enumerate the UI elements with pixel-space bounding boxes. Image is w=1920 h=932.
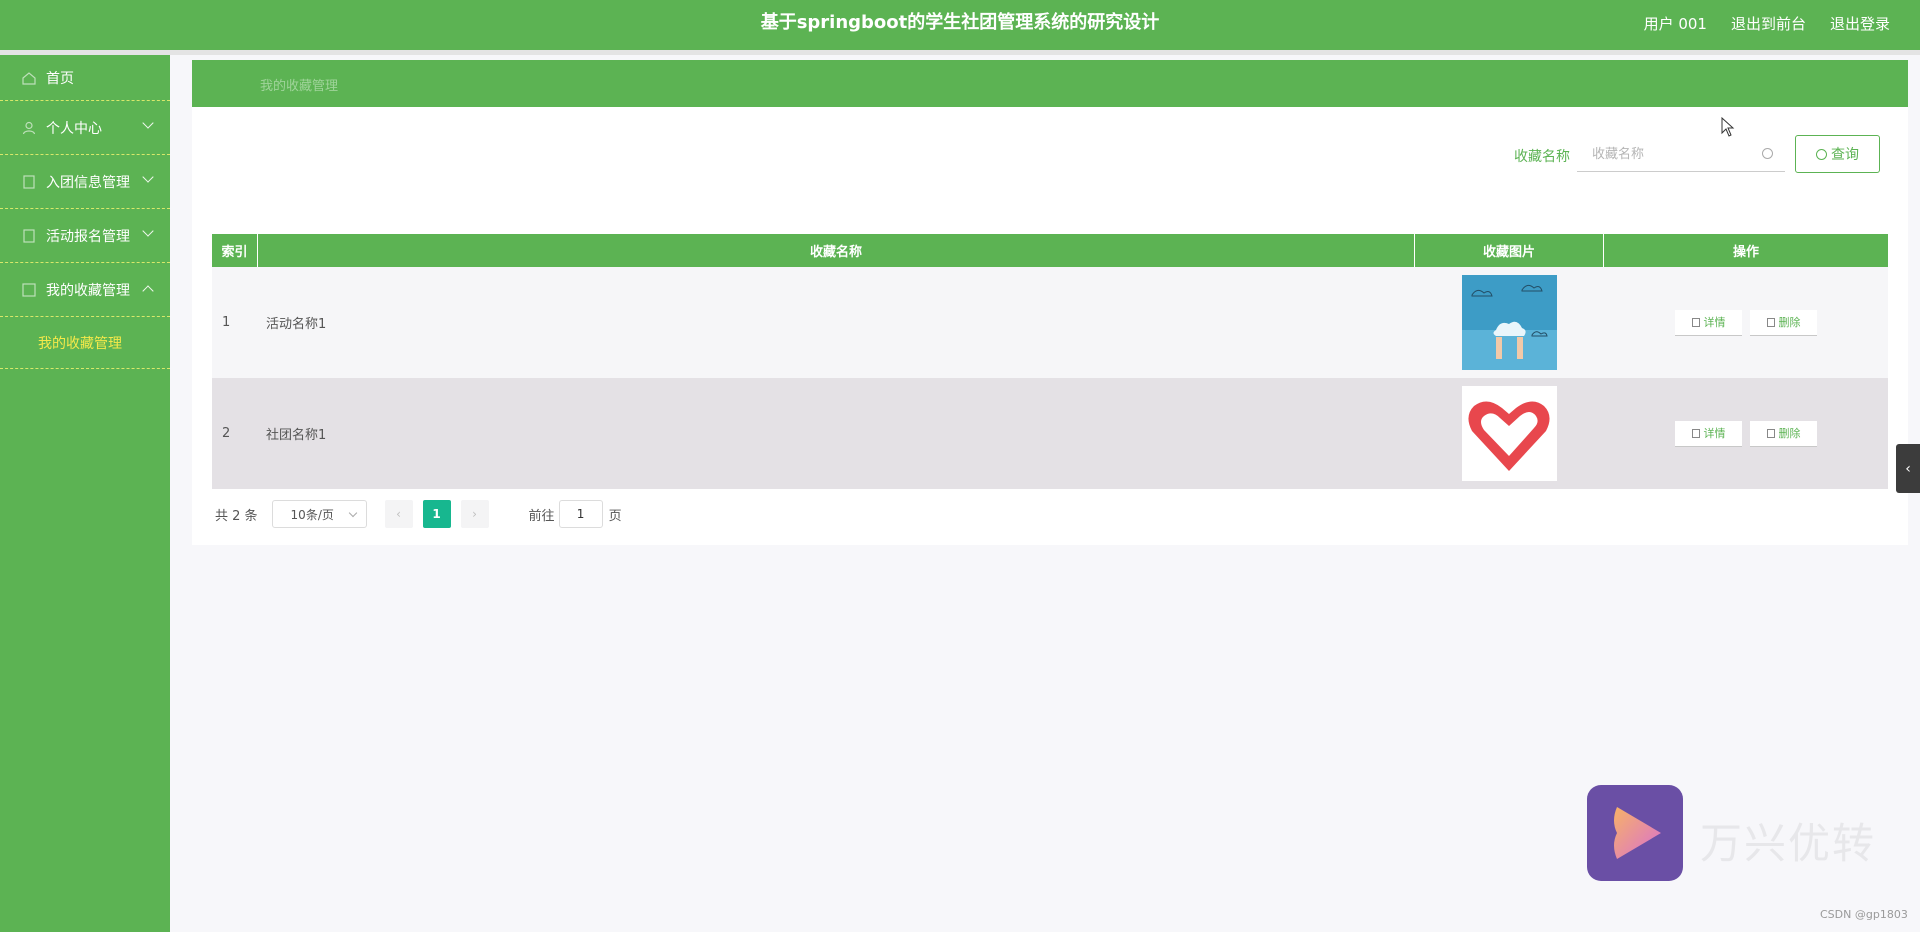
table-row: 2 社团名称1 详情 删除: [212, 378, 1888, 489]
breadcrumb: 我的收藏管理: [192, 60, 1908, 107]
delete-button[interactable]: 删除: [1750, 309, 1817, 336]
row-name: 社团名称1: [266, 428, 327, 443]
current-user[interactable]: 用户 001: [1644, 13, 1707, 34]
breadcrumb-current: 我的收藏管理: [260, 79, 339, 94]
pagination: 共 2 条 10条/页 ‹ 1 › 前往 页: [215, 500, 622, 528]
chevron-down-icon: [142, 117, 154, 129]
mouse-cursor-icon: [1721, 117, 1735, 137]
table-row: 1 活动名称1 详情 删除: [212, 267, 1888, 378]
goto-label: 前往: [528, 508, 555, 524]
search-button-label: 查询: [1831, 147, 1859, 163]
search-button[interactable]: 查询: [1795, 135, 1880, 173]
heart-hand-thumbnail[interactable]: [1462, 386, 1557, 481]
search-icon: [1762, 148, 1773, 159]
home-icon: [22, 71, 36, 85]
document-icon: [22, 228, 36, 243]
search-icon: [1816, 148, 1827, 160]
pagination-total: 共 2 条: [215, 508, 258, 524]
document-icon: [1691, 317, 1700, 327]
column-header-name: 收藏名称: [258, 234, 1415, 267]
row-name: 活动名称1: [266, 317, 327, 332]
app-title: 基于springboot的学生社团管理系统的研究设计: [760, 12, 1160, 33]
logout-link[interactable]: 退出登录: [1830, 13, 1890, 34]
delete-button[interactable]: 删除: [1750, 420, 1817, 447]
row-index: 1: [222, 315, 231, 330]
sidebar-item-activity-signup[interactable]: 活动报名管理: [0, 209, 170, 263]
sidebar-item-join-info[interactable]: 入团信息管理: [0, 155, 170, 209]
watermark-text: 万兴优转: [1700, 819, 1877, 868]
grid-icon: [22, 282, 36, 297]
detail-button[interactable]: 详情: [1675, 420, 1742, 447]
side-panel-toggle[interactable]: ‹: [1896, 444, 1920, 493]
chevron-down-icon: [348, 508, 357, 518]
search-input[interactable]: [1577, 138, 1785, 172]
user-icon: [22, 121, 36, 135]
detail-button-label: 详情: [1703, 427, 1726, 440]
detail-button-label: 详情: [1703, 316, 1726, 329]
sidebar-subitem-my-favorites[interactable]: 我的收藏管理: [0, 317, 170, 369]
sidebar-item-label: 入团信息管理: [46, 174, 130, 191]
table-header: 索引 收藏名称 收藏图片 操作: [212, 234, 1888, 267]
chevron-down-icon: [142, 225, 154, 237]
row-image-cell: [1415, 267, 1604, 378]
column-header-actions: 操作: [1732, 245, 1759, 260]
header-divider: [0, 50, 1920, 55]
header-actions: 用户 001 退出到前台 退出登录: [1644, 0, 1890, 46]
watermark-logo: [1587, 785, 1683, 881]
row-image-cell: [1415, 378, 1604, 489]
trash-icon: [1766, 428, 1775, 438]
sidebar-item-label: 我的收藏管理: [46, 282, 130, 299]
delete-button-label: 删除: [1778, 316, 1801, 329]
detail-button[interactable]: 详情: [1675, 309, 1742, 336]
back-to-front-link[interactable]: 退出到前台: [1731, 13, 1806, 34]
sidebar-item-my-favorites[interactable]: 我的收藏管理: [0, 263, 170, 317]
document-icon: [1691, 428, 1700, 438]
row-actions: 详情 删除: [1604, 378, 1888, 489]
cloud-photo-thumbnail[interactable]: [1462, 275, 1557, 370]
sidebar-item-personal-center[interactable]: 个人中心: [0, 101, 170, 155]
prev-page-button[interactable]: ‹: [384, 500, 413, 528]
search-label: 收藏名称: [1514, 149, 1570, 165]
csdn-credit: CSDN @gp1803: [1820, 908, 1908, 921]
sidebar: 首页 个人中心 入团信息管理 活动报名管理 我的收藏管理 我的收藏管理: [0, 55, 170, 932]
goto-page-input[interactable]: [558, 500, 603, 528]
chevron-left-icon: ‹: [396, 507, 401, 521]
trash-icon: [1766, 317, 1775, 327]
page-number-active[interactable]: 1: [422, 500, 451, 528]
chevron-up-icon: [142, 285, 154, 297]
favorites-table: 索引 收藏名称 收藏图片 操作 1 活动名称1 详情 删除 2 社团名称1 详情…: [212, 234, 1888, 489]
document-icon: [22, 174, 36, 189]
column-header-index: 索引: [212, 234, 258, 267]
row-index: 2: [222, 426, 231, 441]
sidebar-item-label: 首页: [46, 70, 74, 87]
sidebar-item-label: 个人中心: [46, 120, 102, 137]
sidebar-item-home[interactable]: 首页: [0, 55, 170, 101]
page-size-value: 10条/页: [290, 507, 334, 522]
chevron-down-icon: [142, 171, 154, 183]
delete-button-label: 删除: [1778, 427, 1801, 440]
page-unit-label: 页: [608, 508, 622, 524]
row-actions: 详情 删除: [1604, 267, 1888, 378]
next-page-button[interactable]: ›: [460, 500, 489, 528]
page-size-select[interactable]: 10条/页: [271, 500, 367, 528]
top-header: 基于springboot的学生社团管理系统的研究设计 用户 001 退出到前台 …: [0, 0, 1920, 50]
chevron-left-icon: ‹: [1905, 460, 1911, 477]
chevron-right-icon: ›: [472, 507, 477, 521]
sidebar-item-label: 活动报名管理: [46, 228, 130, 245]
column-header-image: 收藏图片: [1415, 234, 1604, 267]
